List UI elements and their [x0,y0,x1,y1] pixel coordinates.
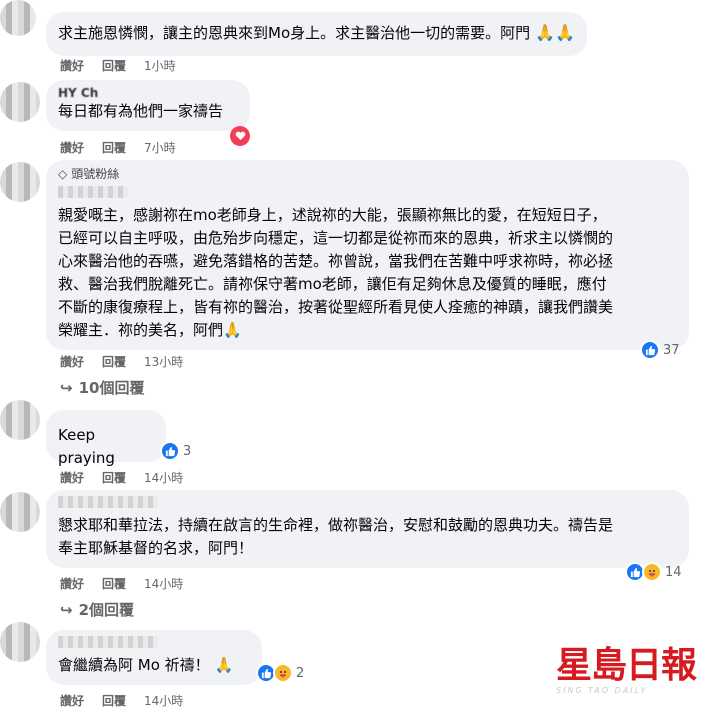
comment-actions: 讚好 回覆 13小時 [60,353,183,370]
sing-tao-daily-logo: 星島日報 SING TAO DAILY [556,645,716,696]
reply-link[interactable]: 回覆 [102,139,126,156]
reply-arrow-icon: ↪ [60,600,73,619]
timestamp[interactable]: 14小時 [144,575,183,592]
reply-link[interactable]: 回覆 [102,692,126,709]
reaction-count: 37 [663,342,680,358]
top-fan-badge: ◇ 頭號粉絲 [58,166,677,182]
like-link[interactable]: 讚好 [60,692,84,709]
comment-bubble: 會繼續為阿 Mo 祈禱！ 🙏 [46,630,262,685]
comment-bubble: Keep praying [46,410,166,467]
commenter-name[interactable] [58,636,158,648]
comment-text: 求主施恩憐憫，讓主的恩典來到Mo身上。求主醫治他一切的需要。阿門 [58,24,531,42]
comment-bubble: HY Ch 每日都有為他們一家禱告 [46,80,250,131]
timestamp[interactable]: 14小時 [144,469,183,486]
comment-text: 每日都有為他們一家禱告 [58,102,224,120]
like-link[interactable]: 讚好 [60,575,84,592]
comment-bubble: 懇求耶和華拉法，持續在啟言的生命裡，做祢醫治，安慰和鼓勵的恩典功夫。禱告是 奉主… [46,490,689,568]
badge-label: 頭號粉絲 [71,167,120,181]
logo-subtext: SING TAO DAILY [556,686,648,695]
timestamp[interactable]: 1小時 [144,57,176,74]
avatar[interactable] [0,82,40,122]
comment-actions: 讚好 回覆 1小時 [60,57,176,74]
avatar[interactable] [0,492,40,532]
comment-actions: 讚好 回覆 14小時 [60,575,183,592]
diamond-icon: ◇ [58,167,68,181]
view-replies-link[interactable]: ↪ 10個回覆 [60,377,144,398]
comment-actions: 讚好 回覆 14小時 [60,469,183,486]
like-link[interactable]: 讚好 [60,353,84,370]
reaction-summary[interactable]: 14 [625,562,682,582]
timestamp[interactable]: 14小時 [144,692,183,709]
love-reaction-icon [230,126,250,146]
comment-text: 親愛嘅主，感謝祢在mo老師身上，述說祢的大能，張顯祢無比的愛，在短短日子， 已經… [58,206,614,339]
reaction-summary[interactable]: 37 [640,340,680,360]
commenter-name[interactable]: HY Ch [58,86,238,100]
comment-actions: 讚好 回覆 7小時 [60,139,176,156]
timestamp[interactable]: 7小時 [144,139,176,156]
reaction-summary[interactable]: 2 [256,663,304,683]
logo-text: 星島日報 [556,645,697,686]
commenter-name[interactable] [58,496,158,508]
praying-hands-icon: 🙏 [214,656,234,674]
like-reaction-icon [640,340,660,360]
care-reaction-icon [642,562,662,582]
avatar[interactable] [0,400,40,440]
care-reaction-icon [273,663,293,683]
comment-text: Keep praying [58,426,115,467]
avatar[interactable] [0,622,40,662]
reply-link[interactable]: 回覆 [102,469,126,486]
reply-link[interactable]: 回覆 [102,575,126,592]
avatar[interactable] [0,0,36,36]
view-replies-link[interactable]: ↪ 2個回覆 [60,599,134,620]
comment-text: 會繼續為阿 Mo 祈禱！ 🙏 [58,656,234,674]
like-link[interactable]: 讚好 [60,57,84,74]
reaction-count: 3 [183,443,192,459]
avatar[interactable] [0,162,40,202]
like-link[interactable]: 讚好 [60,139,84,156]
reaction-summary[interactable] [230,126,250,146]
timestamp[interactable]: 13小時 [144,353,183,370]
reply-link[interactable]: 回覆 [102,57,126,74]
praying-hands-icon: 🙏🙏 [535,23,576,42]
reaction-count: 14 [665,564,682,580]
reaction-count: 2 [296,665,305,681]
comment-bubble: ◇ 頭號粉絲 親愛嘅主，感謝祢在mo老師身上，述說祢的大能，張顯祢無比的愛，在短… [46,160,689,350]
reply-arrow-icon: ↪ [60,378,73,397]
commenter-name[interactable] [58,186,128,198]
reaction-summary[interactable]: 3 [160,441,191,461]
reply-link[interactable]: 回覆 [102,353,126,370]
like-link[interactable]: 讚好 [60,469,84,486]
like-reaction-icon [160,441,180,461]
comment-text: 懇求耶和華拉法，持續在啟言的生命裡，做祢醫治，安慰和鼓勵的恩典功夫。禱告是 奉主… [58,516,614,557]
comment-bubble: 求主施恩憐憫，讓主的恩典來到Mo身上。求主醫治他一切的需要。阿門 🙏🙏 [46,12,588,56]
comment-actions: 讚好 回覆 14小時 [60,692,183,709]
praying-hands-icon: 🙏 [223,321,242,339]
